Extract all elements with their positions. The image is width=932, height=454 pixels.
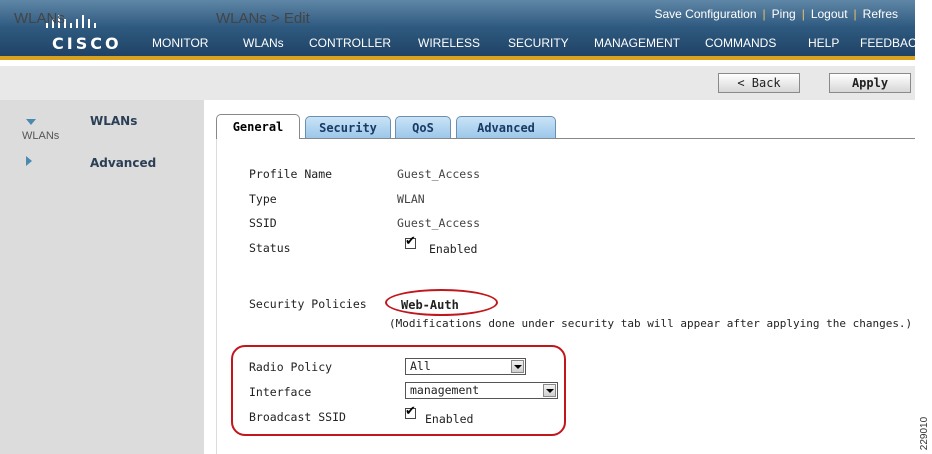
ping-link[interactable]: Ping [772,7,796,21]
nav-controller[interactable]: CONTROLLER [309,36,391,50]
separator: | [801,7,805,21]
sidebar-item-wlans[interactable]: WLANs [90,114,137,128]
type-value: WLAN [397,192,425,206]
save-configuration-link[interactable]: Save Configuration [654,7,756,21]
dropdown-arrow-icon[interactable] [543,384,556,397]
radio-policy-label: Radio Policy [249,360,333,374]
broadcast-ssid-label: Broadcast SSID [249,410,346,424]
nav-feedback[interactable]: FEEDBAC [860,36,917,50]
sub-header-right [204,66,915,100]
sidebar: WLANs WLANs Advanced [0,100,204,454]
expanded-triangle-icon[interactable] [26,119,36,125]
broadcast-ssid-enabled-label: Enabled [425,412,474,426]
utility-links: Save Configuration | Ping | Logout | Ref… [654,7,898,21]
security-policies-note: (Modifications done under security tab w… [389,317,913,330]
separator: | [762,7,766,21]
annotation-highlight-oval [385,289,498,316]
type-label: Type [249,192,277,206]
ssid-label: SSID [249,216,277,230]
page-title: WLANs > Edit [216,10,310,27]
sidebar-item-advanced[interactable]: Advanced [90,156,156,170]
radio-policy-selected-value: All [410,359,431,373]
sidebar-title: WLANs [14,10,65,27]
dropdown-arrow-icon[interactable] [511,360,524,373]
radio-policy-select[interactable]: All [405,358,526,375]
interface-select[interactable]: management [405,382,558,399]
sub-header-left [0,66,204,100]
nav-security[interactable]: SECURITY [508,36,569,50]
nav-management[interactable]: MANAGEMENT [594,36,680,50]
profile-name-value: Guest_Access [397,167,481,181]
apply-button[interactable]: Apply [829,73,911,93]
refresh-link[interactable]: Refres [863,7,898,21]
profile-name-label: Profile Name [249,167,333,181]
tab-general[interactable]: General [216,114,300,139]
top-header-bar: CISCO Save Configuration | Ping | Logout… [0,0,917,60]
tab-qos[interactable]: QoS [395,116,451,138]
main-nav: MONITOR WLANs CONTROLLER WIRELESS SECURI… [0,36,917,54]
sidebar-subitem-wlans[interactable]: WLANs [22,130,59,142]
interface-selected-value: management [410,383,480,397]
status-enabled-checkbox[interactable] [405,234,416,249]
logout-link[interactable]: Logout [811,7,848,21]
nav-monitor[interactable]: MONITOR [152,36,208,50]
status-enabled-label: Enabled [429,242,478,256]
back-button[interactable]: < Back [718,73,800,93]
separator: | [853,7,857,21]
security-policies-label: Security Policies [249,297,367,311]
nav-wireless[interactable]: WIRELESS [418,36,480,50]
nav-help[interactable]: HELP [808,36,839,50]
figure-number: 229010 [916,416,932,451]
nav-wlans[interactable]: WLANs [243,36,284,50]
tab-security[interactable]: Security [305,116,391,138]
interface-label: Interface [249,385,312,399]
status-label: Status [249,241,291,255]
ssid-value: Guest_Access [397,216,481,230]
figure-number-text: 229010 [919,416,931,451]
active-nav-rule [0,56,915,60]
collapsed-triangle-icon[interactable] [26,156,32,166]
tab-advanced[interactable]: Advanced [456,116,556,138]
nav-commands[interactable]: COMMANDS [705,36,776,50]
broadcast-ssid-checkbox[interactable] [405,404,416,419]
